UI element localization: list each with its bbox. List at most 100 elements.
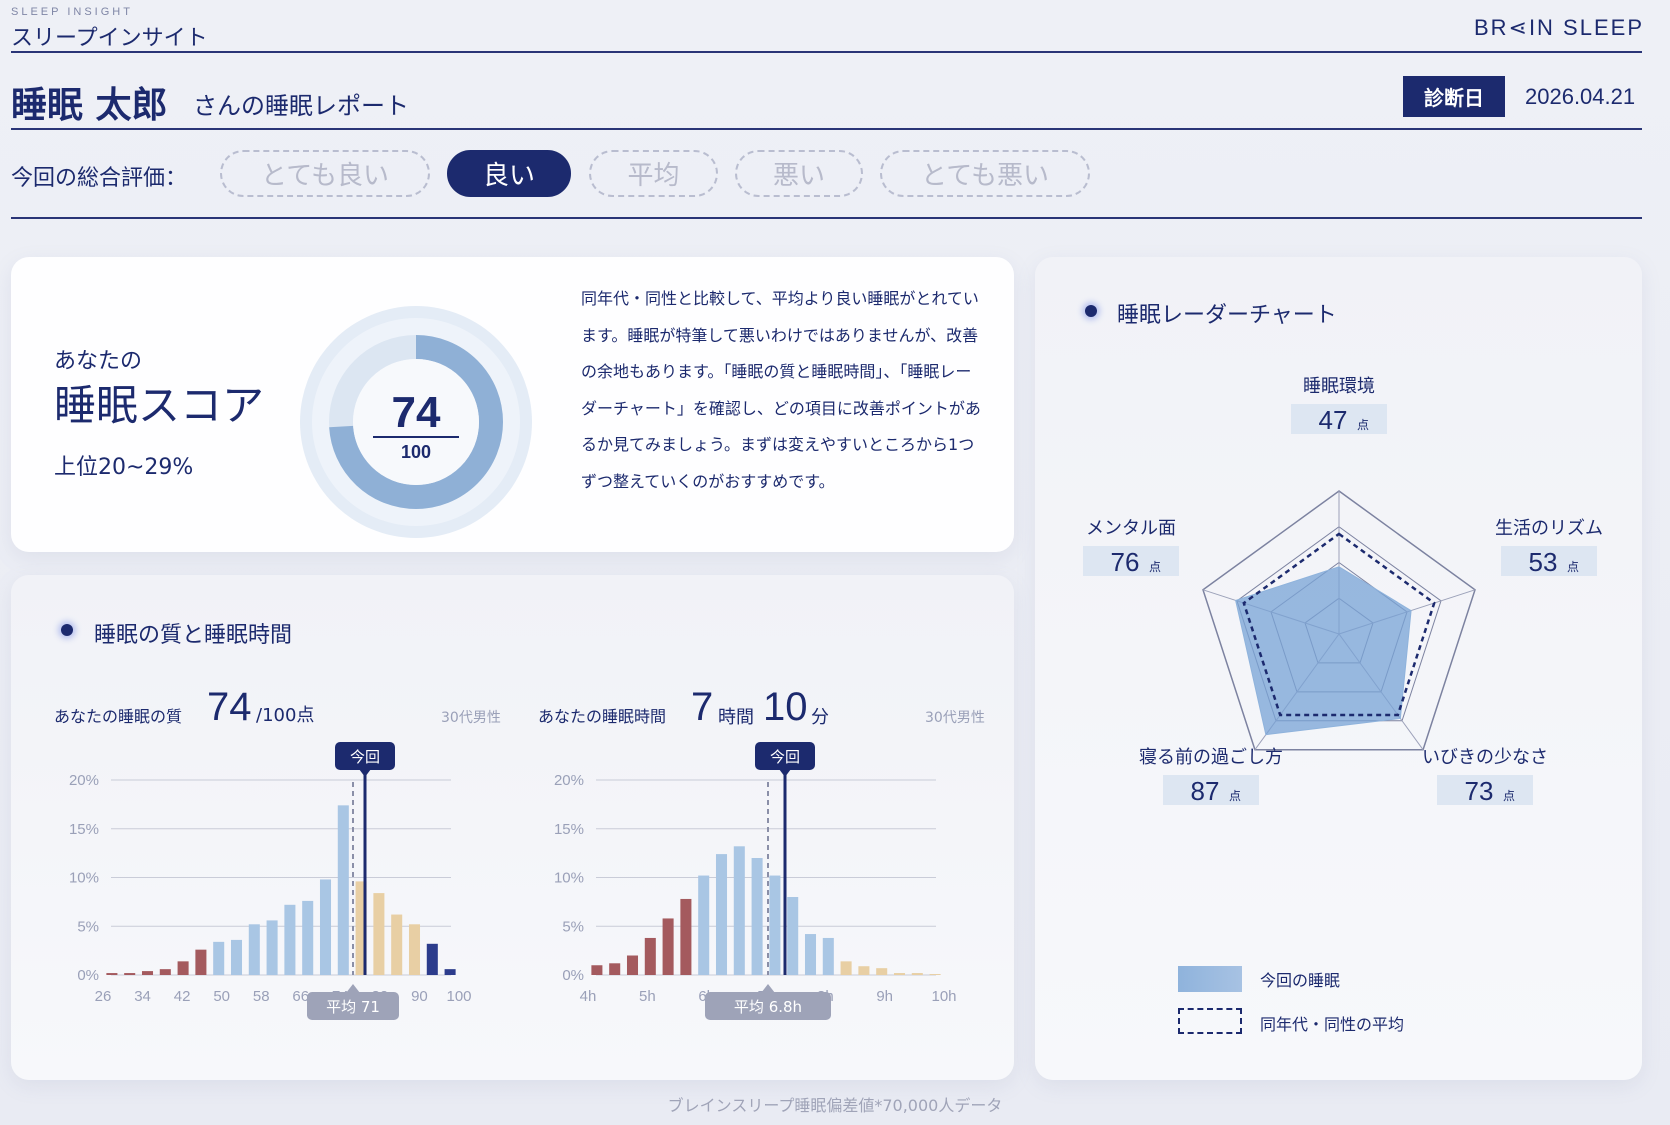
score-description: 同年代・同性と比較して、平均より良い睡眠がとれています。睡眠が特筆して悪いわけで… xyxy=(581,289,981,491)
current-marker-label: 今回 xyxy=(770,748,800,766)
evaluation-option-very-bad[interactable]: とても悪い xyxy=(880,150,1090,197)
radar-value: 87 xyxy=(1191,776,1220,806)
histogram-bar xyxy=(106,973,118,975)
brand-logo: BR⋖IN SLEEP xyxy=(1473,15,1644,40)
y-tick-label: 10% xyxy=(554,870,584,887)
radar-value-unit: 点 xyxy=(1229,789,1241,803)
histogram-bar xyxy=(787,897,799,975)
x-tick-label: 4h xyxy=(580,988,597,1005)
evaluation-option-bad[interactable]: 悪い xyxy=(735,150,863,197)
evaluation-divider xyxy=(11,217,1642,219)
histogram-bar xyxy=(266,920,278,975)
score-title: 睡眠スコア xyxy=(54,381,265,430)
quality-label: あなたの睡眠の質 xyxy=(54,707,183,726)
footer-data-source-note: ブレインスリープ睡眠偏差値*70,000人データ xyxy=(667,1096,1003,1115)
x-tick-label: 42 xyxy=(174,988,191,1005)
duration-label: あなたの睡眠時間 xyxy=(538,707,667,726)
report-user-name: 睡眠 太郎 xyxy=(11,85,168,126)
radar-chart-card: 睡眠レーダーチャート 睡眠環境 47 点生活のリズム 53 点いびきの少なさ 73 点寝る前… xyxy=(1035,257,1642,1080)
histogram-bar xyxy=(302,900,314,975)
report-divider xyxy=(11,128,1642,130)
current-marker-pointer xyxy=(359,769,371,777)
quality-unit: /100点 xyxy=(256,705,315,726)
hist-section-title: 睡眠の質と睡眠時間 xyxy=(94,623,293,648)
histogram-bar xyxy=(929,974,941,975)
histogram-bar xyxy=(373,893,385,975)
histogram-bar xyxy=(591,965,603,975)
histogram-bar xyxy=(408,924,421,975)
x-tick-label: 34 xyxy=(134,988,151,1005)
radar-axis-label: 生活のリズム xyxy=(1495,518,1603,539)
x-tick-label: 26 xyxy=(95,988,112,1005)
report-title: さんの睡眠レポート xyxy=(193,92,409,120)
x-tick-label: 9h xyxy=(876,988,893,1005)
duration-hours-unit: 時間 xyxy=(718,707,754,728)
histogram-bar xyxy=(662,918,674,975)
histogram-bar xyxy=(840,961,852,975)
brand-title: スリープインサイト xyxy=(11,26,208,51)
duration-note: 30代男性 xyxy=(925,710,985,726)
score-value: 74 xyxy=(392,388,441,437)
histogram-bar xyxy=(644,937,656,975)
radar-section-title: 睡眠レーダーチャート xyxy=(1117,303,1337,328)
x-tick-label: 66 xyxy=(292,988,309,1005)
radar-axis-label: 睡眠環境 xyxy=(1303,376,1375,397)
histogram-bar xyxy=(769,875,781,975)
x-tick-label: 10h xyxy=(931,988,956,1005)
histogram-bar xyxy=(804,934,817,975)
radar-value: 73 xyxy=(1465,776,1494,806)
x-tick-label: 100 xyxy=(446,988,471,1005)
y-tick-label: 15% xyxy=(554,821,584,838)
histogram-bar xyxy=(715,854,728,975)
radar-value-unit: 点 xyxy=(1149,560,1161,574)
y-tick-label: 15% xyxy=(69,821,99,838)
quality-note: 30代男性 xyxy=(441,710,501,726)
y-tick-label: 10% xyxy=(69,870,99,887)
radar-axis-label: 寝る前の過ごし方 xyxy=(1139,747,1283,768)
legend-current-swatch xyxy=(1178,966,1242,992)
radar-value: 53 xyxy=(1529,547,1558,577)
evaluation-option-average[interactable]: 平均 xyxy=(589,150,718,197)
histogram-bar xyxy=(609,963,621,975)
histogram-bar xyxy=(911,973,923,975)
histogram-bar xyxy=(876,968,888,975)
histogram-bar xyxy=(319,879,332,975)
histogram-bar xyxy=(284,904,296,975)
diagnosis-date: 2026.04.21 xyxy=(1525,84,1636,109)
legend-current-label: 今回の睡眠 xyxy=(1260,971,1341,990)
x-tick-label: 5h xyxy=(639,988,656,1005)
histogram-bar xyxy=(230,939,243,975)
histogram-bar xyxy=(124,973,136,975)
header-divider xyxy=(11,51,1642,53)
histogram-bar xyxy=(426,943,438,975)
y-tick-label: 20% xyxy=(554,772,584,789)
average-marker-label: 平均 71 xyxy=(326,998,380,1016)
current-marker-label: 今回 xyxy=(350,748,380,766)
histogram-bar xyxy=(893,973,906,975)
sleep-quality-duration-card: 睡眠の質と睡眠時間 あなたの睡眠の質 74 /100点 30代男性 あなたの睡眠… xyxy=(11,575,1014,1080)
histogram-bar xyxy=(141,971,154,975)
radar-series-current xyxy=(1235,566,1412,736)
histogram-bar xyxy=(177,961,189,975)
diagnosis-date-badge: 診断日 xyxy=(1403,76,1505,117)
evaluation-label: 今回の総合評価： xyxy=(11,166,188,191)
duration-minutes-unit: 分 xyxy=(811,707,829,728)
score-donut-chart: 74 100 xyxy=(300,306,532,538)
radar-axis-label: いびきの少なさ xyxy=(1422,747,1548,768)
sleep-radar-chart: 睡眠環境47 点生活のリズム53 点いびきの少なさ73 点寝る前の過ごし方87 点メンタ… xyxy=(1083,376,1603,806)
duration-minutes: 10 xyxy=(763,685,808,729)
section-bullet-icon xyxy=(1085,305,1097,317)
quality-histogram: 0%5%10%15%20%263442505866748290100今回平均 7… xyxy=(69,742,472,1020)
y-tick-label: 0% xyxy=(562,967,584,984)
score-max: 100 xyxy=(401,442,431,462)
histogram-bar xyxy=(733,846,745,975)
histogram-bar xyxy=(159,969,171,975)
brand-small: SLEEP INSIGHT xyxy=(11,6,133,18)
y-tick-label: 5% xyxy=(77,918,99,935)
histogram-bar xyxy=(751,858,763,975)
evaluation-option-good[interactable]: 良い xyxy=(447,150,571,197)
x-tick-label: 50 xyxy=(213,988,230,1005)
evaluation-option-very-good[interactable]: とても良い xyxy=(220,150,430,197)
histogram-bar xyxy=(248,924,260,975)
section-bullet-icon xyxy=(61,624,73,636)
